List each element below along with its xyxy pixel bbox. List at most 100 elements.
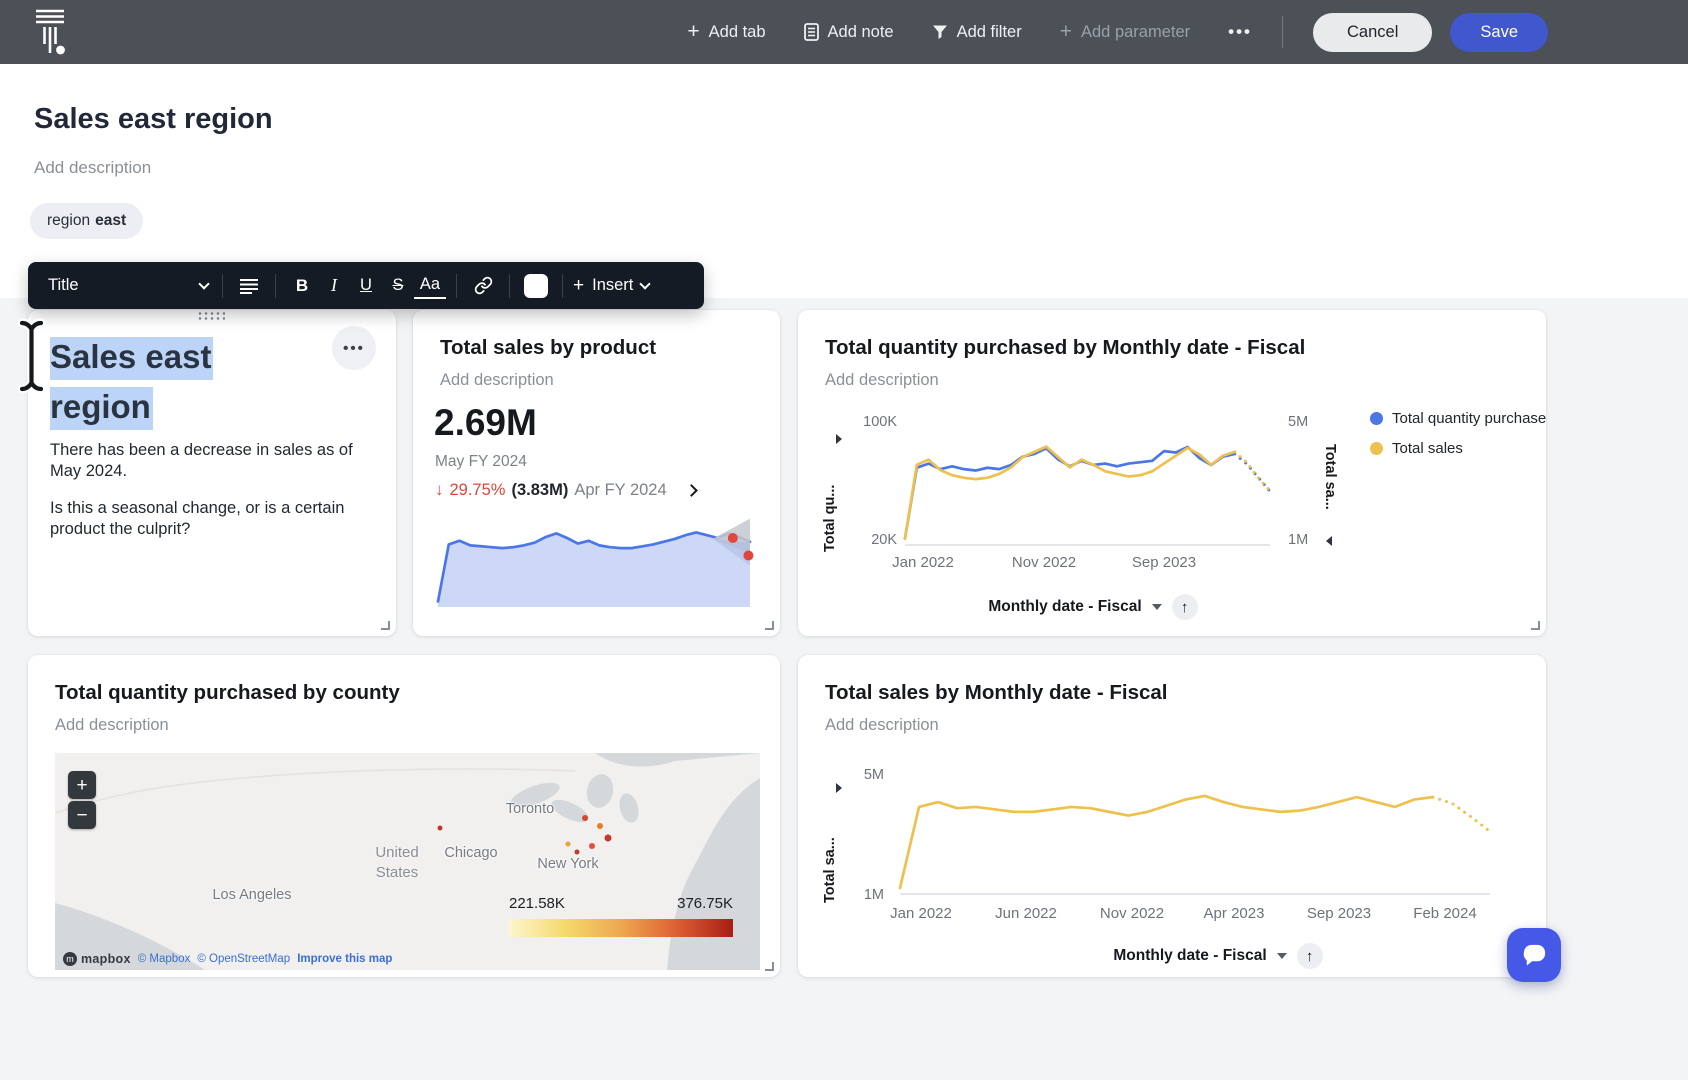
dropdown-arrow-icon[interactable] — [1152, 604, 1162, 610]
x-axis-field-label[interactable]: Monthly date - Fiscal — [1113, 947, 1266, 965]
add-parameter-button[interactable]: + Add parameter — [1060, 22, 1190, 43]
card-menu-button[interactable]: ••• — [332, 326, 376, 370]
kpi-card-total-sales-by-product[interactable]: Total sales by product Add description 2… — [413, 310, 780, 636]
toolbar-divider — [222, 274, 223, 298]
sales-line-chart[interactable] — [900, 775, 1490, 895]
add-note-button[interactable]: Add note — [804, 23, 894, 42]
topbar: + Add tab Add note Add filter + Add para… — [0, 0, 1688, 64]
quantity-sales-line-chart[interactable] — [905, 422, 1270, 546]
card-description-placeholder[interactable]: Add description — [825, 716, 939, 735]
mapbox-link[interactable]: © Mapbox — [138, 953, 191, 965]
y-axis-tick: 100K — [853, 414, 897, 430]
openstreetmap-link[interactable]: © OpenStreetMap — [197, 953, 290, 965]
cancel-button[interactable]: Cancel — [1313, 13, 1432, 52]
map-card-quantity-by-county[interactable]: Total quantity purchased by county Add d… — [28, 655, 780, 977]
map-zoom-out-button[interactable]: − — [68, 801, 96, 829]
x-axis-field-label[interactable]: Monthly date - Fiscal — [988, 598, 1141, 616]
y-axis-tick: 1M — [850, 887, 884, 903]
plus-icon: + — [573, 275, 584, 297]
text-card[interactable]: Sales east region ••• There has been a d… — [28, 310, 396, 636]
axis-collapse-icon[interactable] — [1326, 536, 1332, 546]
map-city-label: Chicago — [444, 845, 497, 861]
mapbox-logo-icon[interactable]: m mapbox — [63, 952, 131, 966]
map-data-point[interactable] — [566, 841, 571, 846]
paragraph-style-select[interactable]: Title — [44, 269, 212, 303]
page-description-placeholder[interactable]: Add description — [34, 158, 151, 178]
left-axis-label: Total qu... — [822, 444, 838, 552]
x-axis-field-control: Monthly date - Fiscal ↑ — [933, 594, 1253, 620]
card-description-placeholder[interactable]: Add description — [825, 371, 939, 390]
note-icon — [804, 23, 819, 41]
color-swatch — [524, 274, 548, 298]
y-axis-tick: 20K — [853, 532, 897, 548]
y-axis-tick: 5M — [850, 767, 884, 783]
kpi-period: May FY 2024 — [435, 453, 527, 471]
text-paragraph: Is this a seasonal change, or is a certa… — [50, 498, 380, 541]
map-color-scale — [509, 919, 733, 937]
map-attribution: m mapbox © Mapbox © OpenStreetMap Improv… — [63, 952, 392, 966]
save-button[interactable]: Save — [1450, 13, 1548, 52]
map-city-label: Los Angeles — [212, 887, 291, 903]
card-resize-handle[interactable] — [381, 621, 390, 630]
align-button[interactable] — [233, 269, 265, 303]
link-button[interactable] — [467, 269, 499, 303]
map-data-point[interactable] — [597, 823, 603, 829]
sales-sparkline-chart[interactable] — [438, 515, 750, 607]
chat-bubble-icon — [1521, 942, 1548, 969]
card-description-placeholder[interactable]: Add description — [55, 716, 169, 735]
text-style-button[interactable]: Aa — [414, 273, 446, 299]
map-data-point[interactable] — [604, 835, 611, 842]
axis-expand-icon[interactable] — [836, 434, 842, 444]
x-axis-tick: Sep 2023 — [1307, 905, 1371, 922]
improve-map-link[interactable]: Improve this map — [297, 953, 392, 965]
more-options-button[interactable]: ••• — [1228, 22, 1252, 42]
axis-expand-icon[interactable] — [836, 783, 842, 793]
add-tab-button[interactable]: + Add tab — [687, 22, 765, 43]
legend-item-quantity[interactable]: Total quantity purchased — [1370, 410, 1546, 427]
chart-card-sales-by-month[interactable]: Total sales by Monthly date - Fiscal Add… — [798, 655, 1546, 977]
card-resize-handle[interactable] — [765, 621, 774, 630]
card-title: Total sales by product — [440, 336, 656, 360]
underline-button[interactable]: U — [350, 269, 382, 303]
map-data-point[interactable] — [574, 849, 579, 854]
bold-button[interactable]: B — [286, 269, 318, 303]
page-title[interactable]: Sales east region — [34, 103, 273, 136]
insert-button[interactable]: + Insert — [573, 269, 649, 303]
sort-ascending-button[interactable]: ↑ — [1172, 594, 1198, 620]
card-resize-handle[interactable] — [765, 962, 774, 971]
kpi-delta-row: ↓ 29.75% (3.83M) Apr FY 2024 — [435, 480, 696, 500]
arrow-down-icon: ↓ — [435, 480, 444, 500]
map-data-point[interactable] — [589, 843, 595, 849]
text-color-button[interactable] — [520, 269, 552, 303]
strikethrough-button[interactable]: S — [382, 269, 414, 303]
sort-ascending-button[interactable]: ↑ — [1297, 943, 1323, 969]
county-map[interactable]: Toronto Chicago New York Los Angeles Uni… — [55, 753, 760, 970]
plus-icon: + — [687, 21, 699, 42]
italic-button[interactable]: I — [318, 269, 350, 303]
map-zoom-in-button[interactable]: + — [68, 771, 96, 799]
toolbar-divider — [456, 274, 457, 298]
dropdown-arrow-icon[interactable] — [1277, 953, 1287, 959]
card-description-placeholder[interactable]: Add description — [440, 371, 554, 390]
chart-legend: Total quantity purchased Total sales — [1370, 410, 1546, 457]
map-data-point[interactable] — [582, 815, 588, 821]
chevron-right-icon[interactable] — [685, 484, 698, 497]
region-tag[interactable]: region east — [30, 203, 143, 239]
text-card-heading[interactable]: Sales east region — [50, 332, 290, 431]
x-axis-tick: Nov 2022 — [1012, 554, 1076, 571]
text-paragraph: There has been a decrease in sales as of… — [50, 440, 380, 483]
card-resize-handle[interactable] — [1531, 621, 1540, 630]
legend-item-sales[interactable]: Total sales — [1370, 440, 1546, 457]
card-drag-handle[interactable] — [197, 311, 225, 321]
toolbar-divider — [275, 274, 276, 298]
app-logo-icon[interactable] — [34, 7, 68, 57]
chat-launcher-button[interactable] — [1507, 928, 1561, 982]
text-card-body[interactable]: There has been a decrease in sales as of… — [50, 440, 380, 556]
x-axis-tick: Jun 2022 — [995, 905, 1057, 922]
chart-card-quantity-by-month[interactable]: Total quantity purchased by Monthly date… — [798, 310, 1546, 636]
add-filter-button[interactable]: Add filter — [932, 23, 1022, 42]
kpi-delta-value: (3.83M) — [511, 481, 568, 500]
left-axis-label: Total sa... — [822, 795, 838, 903]
map-data-point[interactable] — [437, 825, 442, 830]
color-scale-max: 376.75K — [655, 895, 733, 912]
